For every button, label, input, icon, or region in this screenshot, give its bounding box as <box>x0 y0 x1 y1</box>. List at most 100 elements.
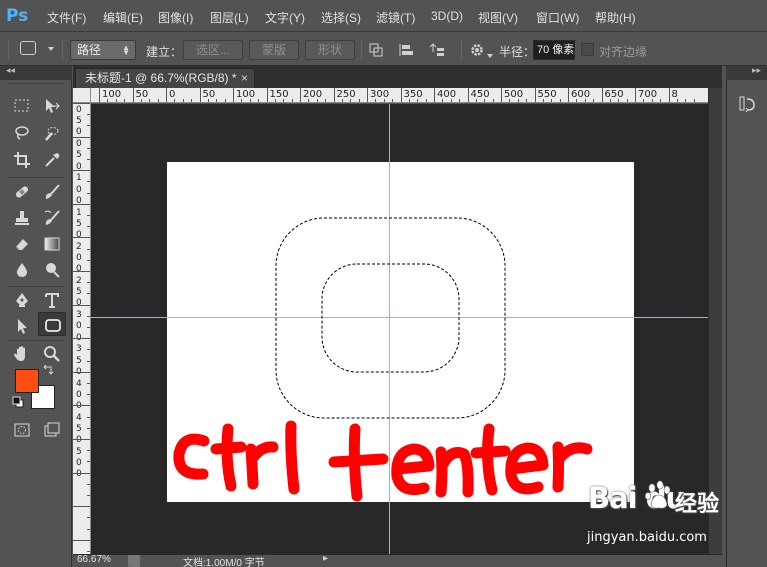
screen-mode-tool[interactable] <box>38 418 66 442</box>
make-mask-button[interactable]: 蒙版 <box>249 40 299 60</box>
brush-tool[interactable] <box>38 180 66 204</box>
tools-divider <box>8 286 64 287</box>
quick-selection-icon <box>45 127 59 141</box>
pen-tool[interactable] <box>8 288 36 312</box>
ruler-h-label: 300 <box>370 89 390 100</box>
ruler-h-tick <box>425 99 427 102</box>
ruler-h-label: 450 <box>470 89 490 100</box>
history-brush-tool[interactable] <box>38 206 66 230</box>
menu-file[interactable]: 文件(F) <box>47 9 86 26</box>
zoom-level[interactable]: 66.67% <box>77 554 111 565</box>
clone-stamp-tool[interactable] <box>8 206 36 230</box>
swap-colors-icon[interactable] <box>40 364 56 378</box>
ruler-v-label: 0 <box>76 105 82 115</box>
preset-dropdown-arrow-icon[interactable] <box>48 47 54 51</box>
status-options-icon[interactable] <box>128 555 140 567</box>
ruler-v-tick <box>87 360 90 362</box>
ruler-h-label: 650 <box>604 89 624 100</box>
ruler-h-tick <box>551 99 553 102</box>
default-colors-icon[interactable] <box>12 396 26 410</box>
close-document-icon[interactable]: × <box>241 69 248 87</box>
ruler-v-label: 5 <box>76 116 82 127</box>
ruler-v-tick <box>87 394 90 396</box>
ruler-v-label: 0 <box>76 139 82 150</box>
ruler-h-tick <box>417 99 419 102</box>
path-alignment-icon[interactable] <box>398 42 416 58</box>
vertical-ruler[interactable]: 050050100150200250300350400450500 <box>73 103 91 554</box>
rounded-rectangle-preset-icon[interactable] <box>20 41 36 55</box>
path-operations-icon[interactable] <box>368 42 386 58</box>
document-tab-title: 未标题-1 @ 66.7%(RGB/8) * <box>85 71 237 85</box>
horizontal-ruler[interactable]: 100 50 0 50 100 150 200 250 300 350 400 450 500 550 60… <box>91 88 708 103</box>
path-selection-arrow-icon <box>18 319 27 334</box>
menu-layer[interactable]: 图层(L) <box>210 9 249 26</box>
history-panel-icon[interactable] <box>738 95 758 116</box>
make-selection-button[interactable]: 选区... <box>183 40 243 60</box>
menu-filter[interactable]: 滤镜(T) <box>376 9 415 26</box>
marquee-tool[interactable] <box>8 94 36 118</box>
zoom-tool[interactable] <box>38 342 66 366</box>
document-tab[interactable]: 未标题-1 @ 66.7%(RGB/8) * × <box>75 68 255 88</box>
ruler-h-label: 200 <box>303 89 323 100</box>
ruler-v-tick <box>73 405 90 407</box>
menu-3d[interactable]: 3D(D) <box>431 9 463 23</box>
radius-input[interactable]: 70 像素 <box>533 40 575 60</box>
ruler-v-tick <box>87 259 90 261</box>
quick-selection-tool[interactable] <box>38 121 66 145</box>
hand-tool[interactable] <box>8 342 36 366</box>
menu-edit[interactable]: 编辑(E) <box>103 9 143 26</box>
type-tool[interactable] <box>38 288 66 312</box>
tool-mode-value: 路径 <box>77 43 102 57</box>
tool-mode-select[interactable]: 路径 ▲ ▼ <box>70 40 136 60</box>
menu-select[interactable]: 选择(S) <box>321 9 361 26</box>
ruler-v-label: 3 <box>76 344 82 355</box>
ruler-h-tick <box>149 99 151 102</box>
right-panel-header[interactable]: ▸▸ <box>726 65 767 80</box>
move-tool[interactable] <box>38 94 66 118</box>
menu-help[interactable]: 帮助(H) <box>595 9 636 26</box>
healing-brush-tool[interactable] <box>8 180 36 204</box>
dodge-tool[interactable] <box>38 258 66 282</box>
ruler-v-tick <box>87 383 90 384</box>
lasso-tool[interactable] <box>8 121 36 145</box>
menu-window[interactable]: 窗口(W) <box>536 9 579 26</box>
ruler-h-tick <box>685 99 687 102</box>
ruler-v-tick <box>87 528 90 530</box>
tools-panel-header[interactable]: ◂◂ <box>0 65 72 80</box>
options-grip <box>8 39 9 60</box>
quick-mask-tool[interactable] <box>8 418 36 442</box>
eraser-tool[interactable] <box>8 232 36 256</box>
ruler-h-tick <box>618 99 620 102</box>
gradient-tool[interactable] <box>38 232 66 256</box>
gear-dropdown-arrow-icon[interactable] <box>487 54 493 58</box>
crop-icon <box>14 152 30 168</box>
photoshop-logo: Ps <box>6 6 29 26</box>
menu-image[interactable]: 图像(I) <box>158 9 193 26</box>
eyedropper-tool[interactable] <box>38 148 66 172</box>
ruler-h-label: 400 <box>437 89 457 100</box>
path-selection-tool[interactable] <box>8 314 36 338</box>
collapse-panels-icon[interactable]: ▸▸ <box>752 65 761 76</box>
path-arrangement-icon[interactable] <box>428 42 446 58</box>
ruler-v-tick <box>87 282 90 284</box>
menu-view[interactable]: 视图(V) <box>478 9 518 26</box>
make-shape-button[interactable]: 形状 <box>305 40 355 60</box>
make-label: 建立： <box>146 45 183 59</box>
gear-icon[interactable] <box>469 42 487 58</box>
status-menu-arrow-icon[interactable]: ▸ <box>323 553 328 564</box>
ruler-h-tick <box>509 99 511 102</box>
foreground-color-swatch[interactable] <box>15 369 39 393</box>
rounded-rectangle-tool[interactable] <box>38 312 66 336</box>
ruler-v-label: 5 <box>76 218 82 229</box>
collapse-tools-icon[interactable]: ◂◂ <box>6 65 15 76</box>
ruler-v-label: 2 <box>76 276 82 286</box>
ruler-v-label: 4 <box>76 412 82 423</box>
ruler-origin[interactable] <box>73 88 91 103</box>
document-size: 文档:1.00M/0 字节 <box>183 558 265 567</box>
menu-type[interactable]: 文字(Y) <box>265 9 305 26</box>
crop-tool[interactable] <box>8 148 36 172</box>
align-edges-checkbox[interactable] <box>581 43 594 56</box>
blur-tool[interactable] <box>8 258 36 282</box>
tools-divider <box>8 177 64 178</box>
ruler-h-tick <box>291 99 293 102</box>
